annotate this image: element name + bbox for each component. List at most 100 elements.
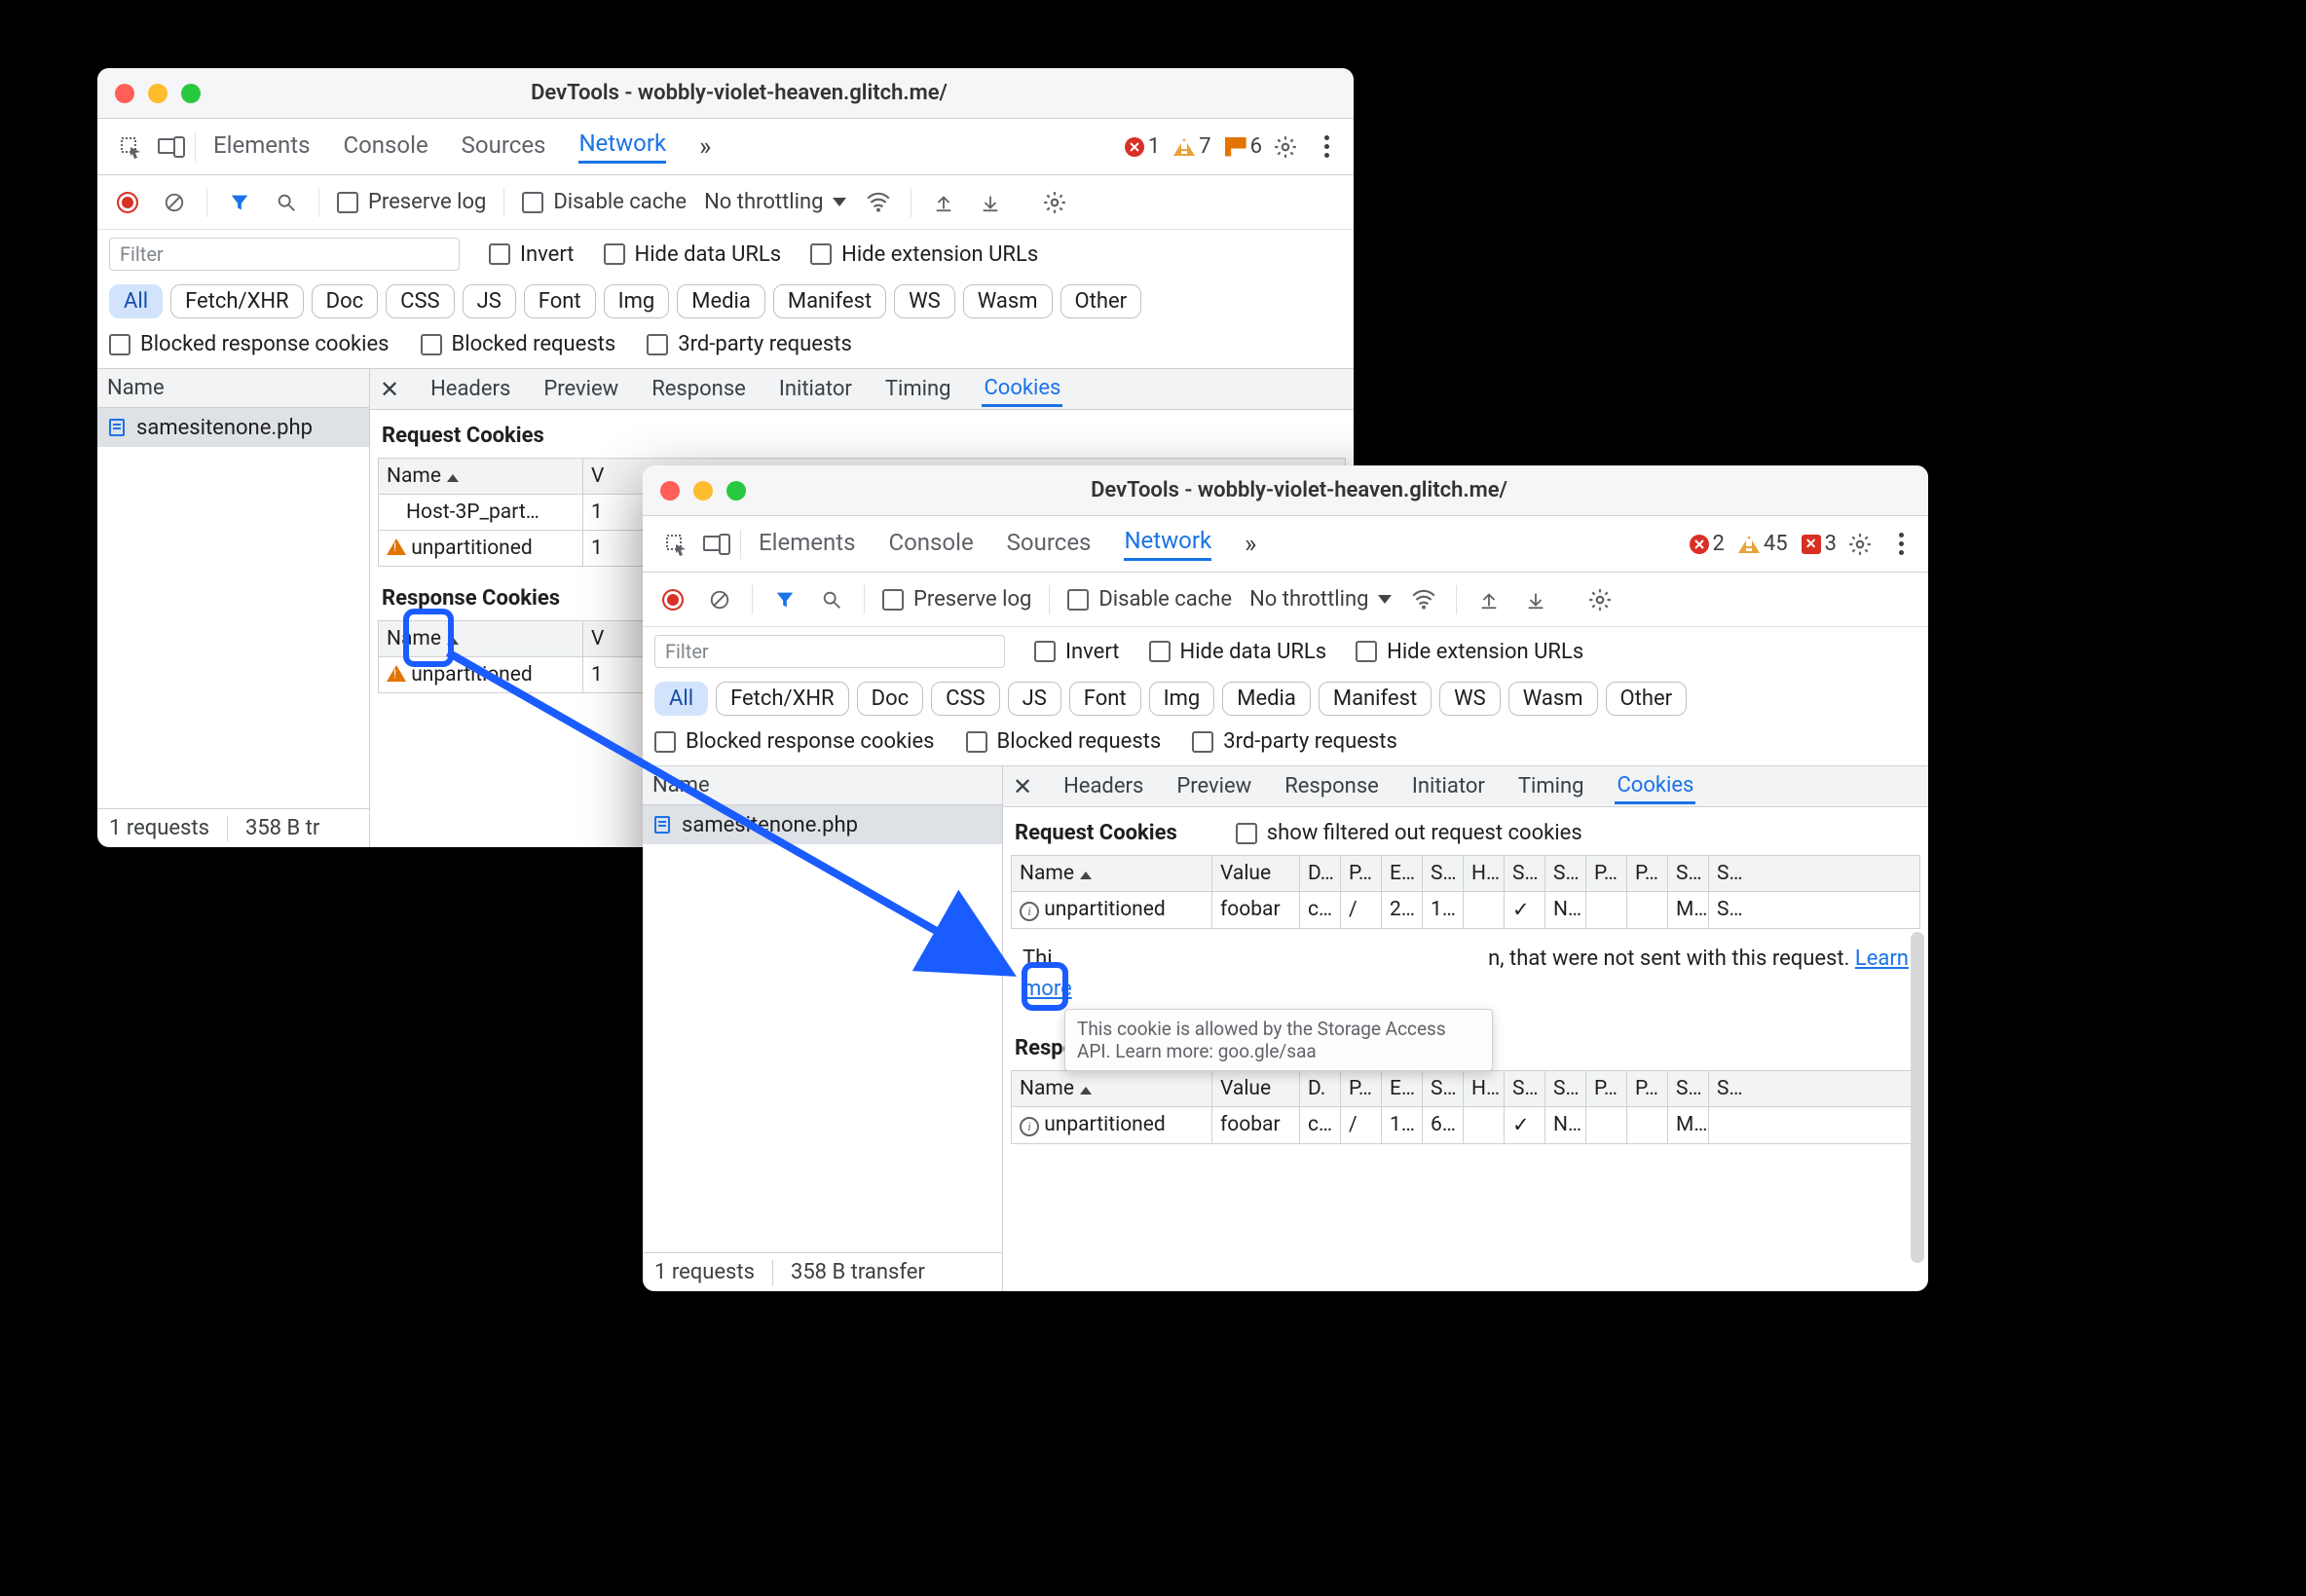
chip-other[interactable]: Other — [1606, 682, 1688, 716]
tab-network[interactable]: Network — [578, 130, 666, 164]
disable-cache-checkbox[interactable]: Disable cache — [522, 190, 687, 214]
table-row[interactable]: i unpartitioned foobar c… / 1… 6… ✓ N… M… — [1012, 1106, 1919, 1143]
tab-initiator[interactable]: Initiator — [1410, 770, 1487, 802]
chip-all[interactable]: All — [109, 284, 163, 318]
chip-ws[interactable]: WS — [1439, 682, 1501, 716]
tab-headers[interactable]: Headers — [428, 373, 512, 405]
chip-manifest[interactable]: Manifest — [1319, 682, 1432, 716]
chip-fetch-xhr[interactable]: Fetch/XHR — [170, 284, 304, 318]
window-traffic-lights[interactable] — [660, 481, 746, 501]
error-count[interactable]: 1 — [1125, 134, 1160, 159]
tab-initiator[interactable]: Initiator — [777, 373, 854, 405]
search-icon[interactable] — [817, 585, 846, 614]
chip-ws[interactable]: WS — [894, 284, 955, 318]
minimize-icon[interactable] — [693, 481, 713, 501]
tab-preview[interactable]: Preview — [1174, 770, 1253, 802]
clear-button[interactable] — [160, 188, 189, 217]
table-header[interactable]: Name Value D… P… E… S… H… S… S… P… P… S…… — [1012, 856, 1919, 891]
tab-headers[interactable]: Headers — [1061, 770, 1145, 802]
device-toggle-icon[interactable] — [154, 130, 189, 165]
inspect-element-icon[interactable] — [658, 527, 693, 562]
hide-data-urls-checkbox[interactable]: Hide data URLs — [1149, 640, 1327, 664]
info-icon[interactable]: i — [1020, 1117, 1039, 1136]
throttling-select[interactable]: No throttling — [1249, 587, 1392, 612]
search-icon[interactable] — [272, 188, 301, 217]
chip-wasm[interactable]: Wasm — [963, 284, 1053, 318]
chip-css[interactable]: CSS — [386, 284, 454, 318]
chip-manifest[interactable]: Manifest — [773, 284, 886, 318]
maximize-icon[interactable] — [726, 481, 746, 501]
tab-timing[interactable]: Timing — [1516, 770, 1586, 802]
clear-button[interactable] — [705, 585, 734, 614]
settings-icon[interactable] — [1268, 130, 1303, 165]
status-counts[interactable]: 2 45 ✕3 — [1690, 532, 1837, 556]
tab-console[interactable]: Console — [343, 131, 428, 163]
more-tabs-icon[interactable]: » — [1245, 530, 1256, 559]
record-button[interactable] — [113, 188, 142, 217]
chip-doc[interactable]: Doc — [312, 284, 379, 318]
chip-media[interactable]: Media — [1222, 682, 1311, 716]
chip-img[interactable]: Img — [1149, 682, 1215, 716]
warning-count[interactable]: 7 — [1173, 134, 1210, 159]
hide-extension-urls-checkbox[interactable]: Hide extension URLs — [810, 242, 1038, 267]
close-icon[interactable] — [115, 84, 134, 103]
throttling-select[interactable]: No throttling — [704, 190, 846, 214]
scrollbar[interactable] — [1911, 932, 1924, 1263]
tab-elements[interactable]: Elements — [759, 529, 855, 560]
tab-response[interactable]: Response — [650, 373, 748, 405]
tab-network[interactable]: Network — [1124, 527, 1211, 561]
network-conditions-icon[interactable] — [1409, 585, 1438, 614]
filter-toggle-icon[interactable] — [225, 188, 254, 217]
kebab-menu-icon[interactable] — [1309, 130, 1344, 165]
chip-js[interactable]: JS — [463, 284, 516, 318]
tab-preview[interactable]: Preview — [541, 373, 620, 405]
name-column-header[interactable]: Name — [97, 369, 369, 408]
tab-console[interactable]: Console — [888, 529, 973, 560]
third-party-requests-checkbox[interactable]: 3rd-party requests — [1192, 729, 1397, 754]
window-traffic-lights[interactable] — [115, 84, 201, 103]
device-toggle-icon[interactable] — [699, 527, 734, 562]
show-filtered-checkbox[interactable]: show filtered out request cookies — [1236, 821, 1582, 845]
status-counts[interactable]: 1 7 6 — [1125, 134, 1262, 159]
preserve-log-checkbox[interactable]: Preserve log — [882, 587, 1031, 612]
chip-img[interactable]: Img — [604, 284, 670, 318]
tab-timing[interactable]: Timing — [883, 373, 953, 405]
close-icon[interactable] — [660, 481, 680, 501]
preserve-log-checkbox[interactable]: Preserve log — [337, 190, 486, 214]
blocked-requests-checkbox[interactable]: Blocked requests — [421, 332, 616, 356]
record-button[interactable] — [658, 585, 688, 614]
filter-input[interactable]: Filter — [109, 238, 460, 271]
network-settings-icon[interactable] — [1585, 585, 1615, 614]
chip-media[interactable]: Media — [677, 284, 765, 318]
request-row[interactable]: samesitenone.php — [97, 408, 369, 447]
disable-cache-checkbox[interactable]: Disable cache — [1067, 587, 1232, 612]
tab-sources[interactable]: Sources — [462, 131, 546, 163]
network-conditions-icon[interactable] — [864, 188, 893, 217]
tab-elements[interactable]: Elements — [213, 131, 310, 163]
tab-response[interactable]: Response — [1283, 770, 1381, 802]
hide-extension-urls-checkbox[interactable]: Hide extension URLs — [1356, 640, 1583, 664]
tab-cookies[interactable]: Cookies — [982, 372, 1062, 407]
kebab-menu-icon[interactable] — [1883, 527, 1918, 562]
close-details-icon[interactable]: ✕ — [380, 376, 399, 403]
chip-wasm[interactable]: Wasm — [1508, 682, 1598, 716]
chip-font[interactable]: Font — [1069, 682, 1141, 716]
export-har-icon[interactable] — [976, 188, 1005, 217]
import-har-icon[interactable] — [929, 188, 958, 217]
invert-checkbox[interactable]: Invert — [489, 242, 575, 267]
inspect-element-icon[interactable] — [113, 130, 148, 165]
settings-icon[interactable] — [1842, 527, 1878, 562]
hide-data-urls-checkbox[interactable]: Hide data URLs — [604, 242, 782, 267]
tab-sources[interactable]: Sources — [1007, 529, 1092, 560]
chip-other[interactable]: Other — [1060, 284, 1142, 318]
maximize-icon[interactable] — [181, 84, 201, 103]
chip-font[interactable]: Font — [524, 284, 596, 318]
table-header[interactable]: Name Value D. P… E… S… H… S… S… P… P… S…… — [1012, 1071, 1919, 1106]
third-party-requests-checkbox[interactable]: 3rd-party requests — [647, 332, 852, 356]
table-row[interactable]: i unpartitioned foobar c… / 2… 1… ✓ N… M… — [1012, 891, 1919, 928]
export-har-icon[interactable] — [1521, 585, 1550, 614]
more-tabs-icon[interactable]: » — [699, 132, 711, 162]
issues-count[interactable]: 6 — [1225, 134, 1262, 159]
blocked-response-cookies-checkbox[interactable]: Blocked response cookies — [109, 332, 390, 356]
filter-toggle-icon[interactable] — [770, 585, 800, 614]
